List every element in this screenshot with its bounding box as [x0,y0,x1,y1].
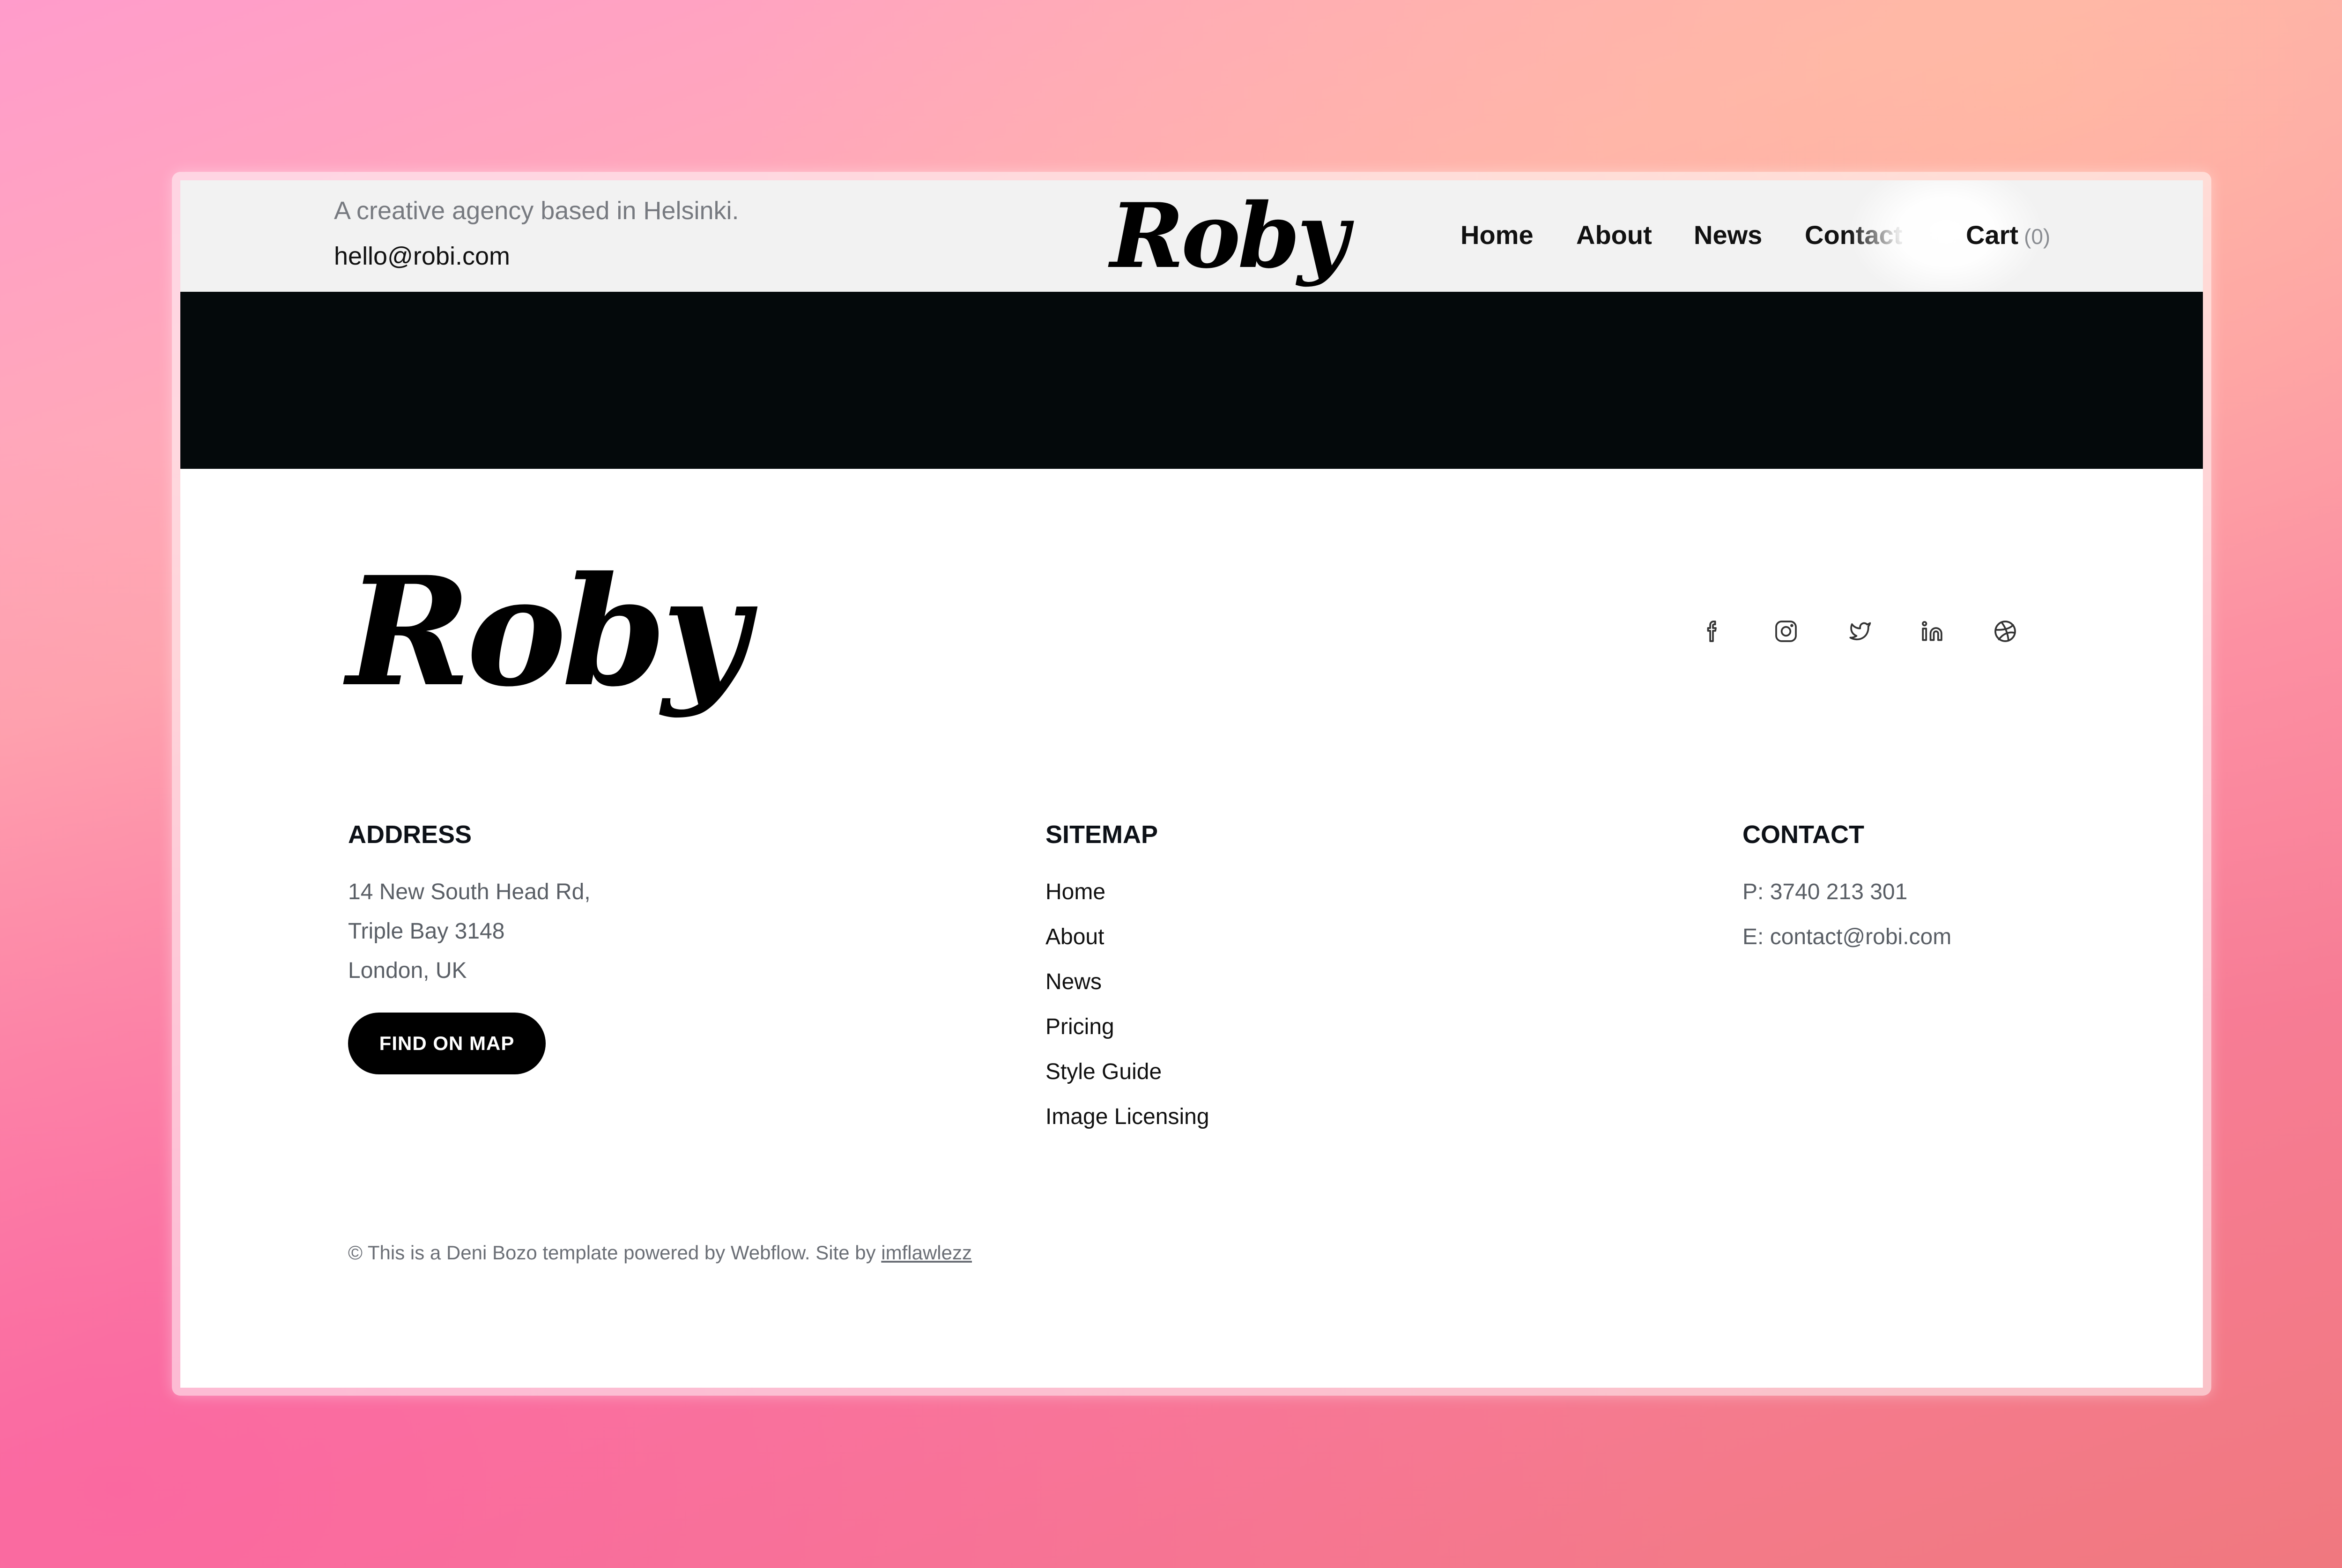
copyright-notice: © This is a Deni Bozo template powered b… [348,1242,972,1264]
hero-banner [180,292,2203,469]
nav-home[interactable]: Home [1460,220,1534,250]
address-heading: ADDRESS [348,821,472,849]
instagram-icon[interactable] [1770,615,1802,648]
facebook-icon[interactable] [1697,615,1729,648]
sitemap-link-style-guide[interactable]: Style Guide [1045,1059,1162,1085]
copyright-text: © This is a Deni Bozo template powered b… [348,1242,882,1264]
browser-window: A creative agency based in Helsinki. hel… [180,180,2203,1388]
sitemap-link-home[interactable]: Home [1045,879,1105,905]
header-tagline: A creative agency based in Helsinki. [334,197,739,225]
find-on-map-button[interactable]: FIND ON MAP [348,1013,546,1074]
contact-heading: CONTACT [1742,821,1864,849]
nav-about[interactable]: About [1576,220,1652,250]
footer-logo[interactable]: Roby [347,550,749,714]
sitemap-link-about[interactable]: About [1045,924,1104,950]
sitemap-link-news[interactable]: News [1045,969,1102,995]
site-header: A creative agency based in Helsinki. hel… [180,180,2203,302]
cart-button[interactable]: Cart (0) [1966,220,2050,250]
header-email[interactable]: hello@robi.com [334,242,510,271]
twitter-icon[interactable] [1843,615,1875,648]
sitemap-heading: SITEMAP [1045,821,1158,849]
address-line-1: 14 New South Head Rd, [348,880,591,904]
address-line-3: London, UK [348,958,467,983]
sitemap-link-image-licensing[interactable]: Image Licensing [1045,1104,1209,1130]
dribbble-icon[interactable] [1989,615,2022,648]
linkedin-icon[interactable] [1916,615,1949,648]
header-logo[interactable]: Roby [1110,187,1349,285]
contact-email[interactable]: E: contact@robi.com [1742,924,1951,950]
cart-count: (0) [2024,224,2051,249]
contact-phone[interactable]: P: 3740 213 301 [1742,879,1907,905]
author-link[interactable]: imflawlezz [881,1242,972,1264]
sitemap-link-pricing[interactable]: Pricing [1045,1014,1114,1040]
address-line-2: Triple Bay 3148 [348,919,505,944]
nav-news[interactable]: News [1694,220,1762,250]
cart-label: Cart [1966,220,2019,250]
